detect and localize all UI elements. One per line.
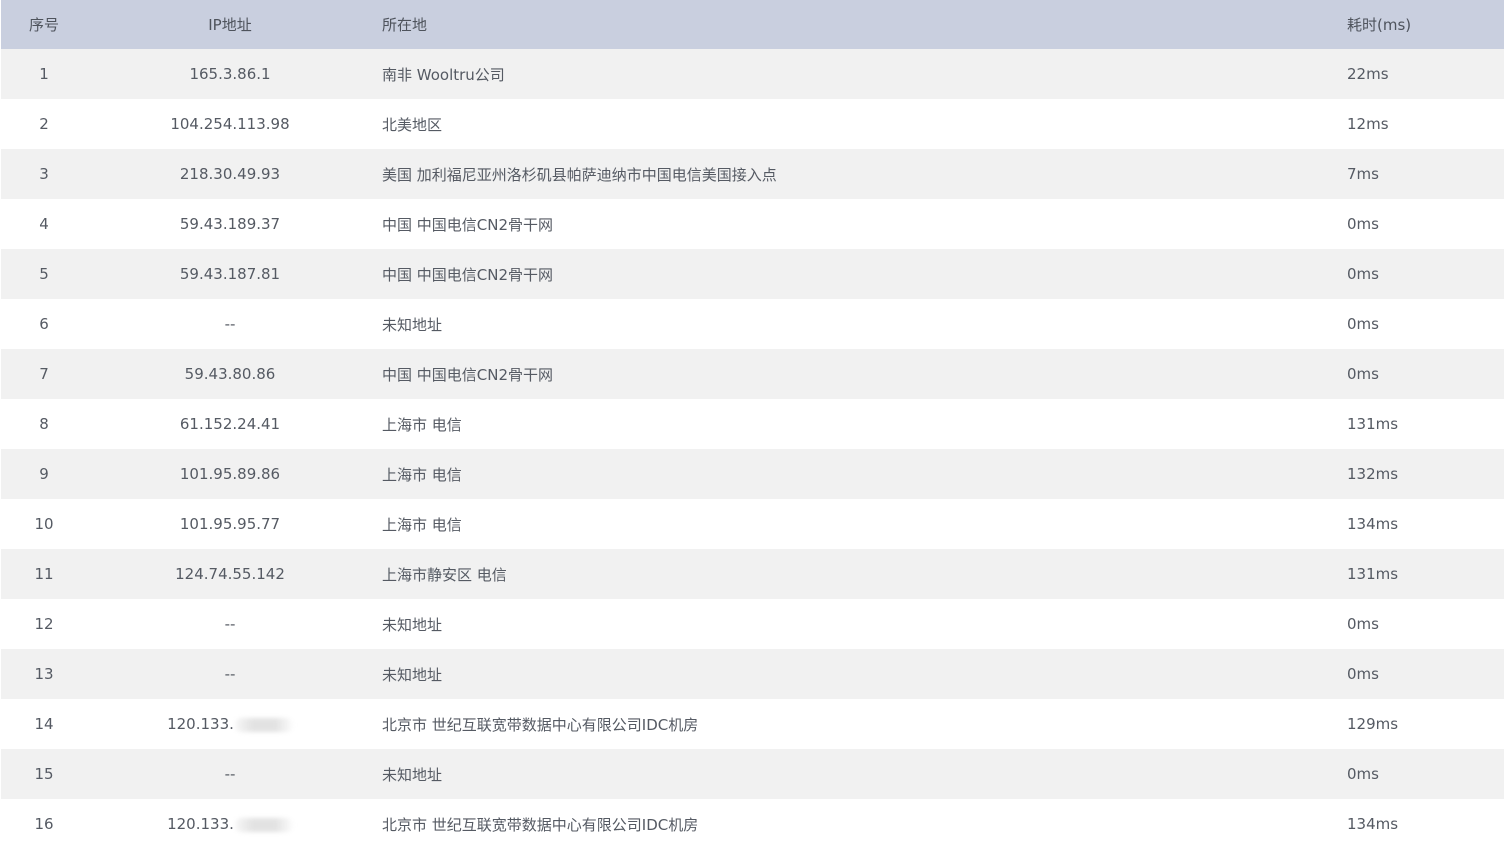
cell-location: 北京市 世纪互联宽带数据中心有限公司IDC机房: [382, 715, 699, 734]
cell-index: 3: [39, 165, 49, 183]
cell-ip: 101.95.89.86: [179, 465, 281, 483]
table-row: 6 -- 未知地址 0ms: [1, 299, 1504, 349]
cell-index: 2: [39, 115, 49, 133]
cell-location: 北美地区: [382, 115, 443, 134]
redaction-blur: [234, 817, 293, 832]
cell-location: 中国 中国电信CN2骨干网: [382, 265, 554, 284]
cell-ip: 165.3.86.1: [189, 65, 271, 83]
cell-index: 14: [34, 715, 54, 733]
cell-index: 9: [39, 465, 49, 483]
table-body: 1 165.3.86.1 南非 Wooltru公司 22ms 2 104.254…: [1, 49, 1504, 849]
cell-location: 中国 中国电信CN2骨干网: [382, 365, 554, 384]
cell-location: 北京市 世纪互联宽带数据中心有限公司IDC机房: [382, 815, 699, 834]
traceroute-table: 序号 IP地址 所在地 耗时(ms) 1 165.3.86.1 南非 Woolt…: [1, 0, 1504, 849]
cell-ip: 59.43.80.86: [184, 365, 276, 383]
header-row: 序号 IP地址 所在地 耗时(ms): [1, 0, 1504, 49]
cell-index: 15: [34, 765, 54, 783]
cell-ip: --: [224, 615, 236, 633]
cell-ip: --: [224, 665, 236, 683]
cell-time: 131ms: [1347, 415, 1399, 433]
cell-index: 8: [39, 415, 49, 433]
cell-ip-text: 120.133.: [167, 815, 234, 833]
cell-time: 0ms: [1347, 215, 1379, 233]
cell-index: 1: [39, 65, 49, 83]
table-row: 2 104.254.113.98 北美地区 12ms: [1, 99, 1504, 149]
cell-time: 134ms: [1347, 515, 1399, 533]
cell-ip: 124.74.55.142: [175, 565, 285, 583]
header-index: 序号: [28, 16, 59, 34]
cell-ip: --: [224, 765, 236, 783]
table-row: 4 59.43.189.37 中国 中国电信CN2骨干网 0ms: [1, 199, 1504, 249]
cell-location: 未知地址: [382, 665, 443, 684]
cell-ip: 218.30.49.93: [179, 165, 281, 183]
header-location: 所在地: [382, 16, 428, 34]
cell-index: 16: [34, 815, 54, 833]
redaction-blur: [234, 717, 293, 732]
cell-location: 上海市 电信: [382, 515, 462, 534]
table-row: 9 101.95.89.86 上海市 电信 132ms: [1, 449, 1504, 499]
cell-ip: 59.43.187.81: [179, 265, 281, 283]
cell-index: 7: [39, 365, 49, 383]
table-row: 10 101.95.95.77 上海市 电信 134ms: [1, 499, 1504, 549]
table-row: 13 -- 未知地址 0ms: [1, 649, 1504, 699]
cell-index: 6: [39, 315, 49, 333]
cell-index: 11: [34, 565, 54, 583]
table-row: 8 61.152.24.41 上海市 电信 131ms: [1, 399, 1504, 449]
cell-time: 132ms: [1347, 465, 1399, 483]
table-row: 5 59.43.187.81 中国 中国电信CN2骨干网 0ms: [1, 249, 1504, 299]
cell-location: 美国 加利福尼亚州洛杉矶县帕萨迪纳市中国电信美国接入点: [382, 165, 777, 184]
cell-time: 7ms: [1347, 165, 1379, 183]
cell-time: 22ms: [1347, 65, 1389, 83]
cell-ip: 59.43.189.37: [179, 215, 281, 233]
table-row: 1 165.3.86.1 南非 Wooltru公司 22ms: [1, 49, 1504, 99]
cell-time: 131ms: [1347, 565, 1399, 583]
cell-ip: 61.152.24.41: [179, 415, 281, 433]
table-row: 7 59.43.80.86 中国 中国电信CN2骨干网 0ms: [1, 349, 1504, 399]
table-row: 15 -- 未知地址 0ms: [1, 749, 1504, 799]
cell-time: 0ms: [1347, 265, 1379, 283]
cell-time: 12ms: [1347, 115, 1389, 133]
cell-location: 上海市 电信: [382, 415, 462, 434]
cell-time: 0ms: [1347, 665, 1379, 683]
cell-time: 0ms: [1347, 615, 1379, 633]
cell-location: 上海市 电信: [382, 465, 462, 484]
cell-index: 5: [39, 265, 49, 283]
cell-ip: 101.95.95.77: [179, 515, 281, 533]
cell-ip: 104.254.113.98: [170, 115, 290, 133]
table-row: 14 120.133. 北京市 世纪互联宽带数据中心有限公司IDC机房 129m…: [1, 699, 1504, 749]
table-row: 11 124.74.55.142 上海市静安区 电信 131ms: [1, 549, 1504, 599]
cell-location: 未知地址: [382, 315, 443, 334]
cell-time: 134ms: [1347, 815, 1399, 833]
cell-index: 10: [34, 515, 54, 533]
cell-location: 未知地址: [382, 615, 443, 634]
header-ip: IP地址: [208, 16, 252, 34]
cell-time: 0ms: [1347, 365, 1379, 383]
cell-ip: 120.133.: [87, 799, 373, 849]
cell-index: 12: [34, 615, 54, 633]
cell-ip: 120.133.: [87, 699, 373, 749]
cell-location: 未知地址: [382, 765, 443, 784]
table-row: 3 218.30.49.93 美国 加利福尼亚州洛杉矶县帕萨迪纳市中国电信美国接…: [1, 149, 1504, 199]
cell-time: 0ms: [1347, 315, 1379, 333]
cell-ip: --: [224, 315, 236, 333]
cell-location: 中国 中国电信CN2骨干网: [382, 215, 554, 234]
cell-index: 13: [34, 665, 54, 683]
cell-location: 上海市静安区 电信: [382, 565, 507, 584]
cell-time: 0ms: [1347, 765, 1379, 783]
table-header: 序号 IP地址 所在地 耗时(ms): [1, 0, 1504, 49]
cell-ip-text: 120.133.: [167, 715, 234, 733]
header-time: 耗时(ms): [1347, 16, 1412, 34]
cell-time: 129ms: [1347, 715, 1399, 733]
table-row: 16 120.133. 北京市 世纪互联宽带数据中心有限公司IDC机房 134m…: [1, 799, 1504, 849]
table-row: 12 -- 未知地址 0ms: [1, 599, 1504, 649]
cell-index: 4: [39, 215, 49, 233]
cell-location: 南非 Wooltru公司: [382, 65, 505, 84]
